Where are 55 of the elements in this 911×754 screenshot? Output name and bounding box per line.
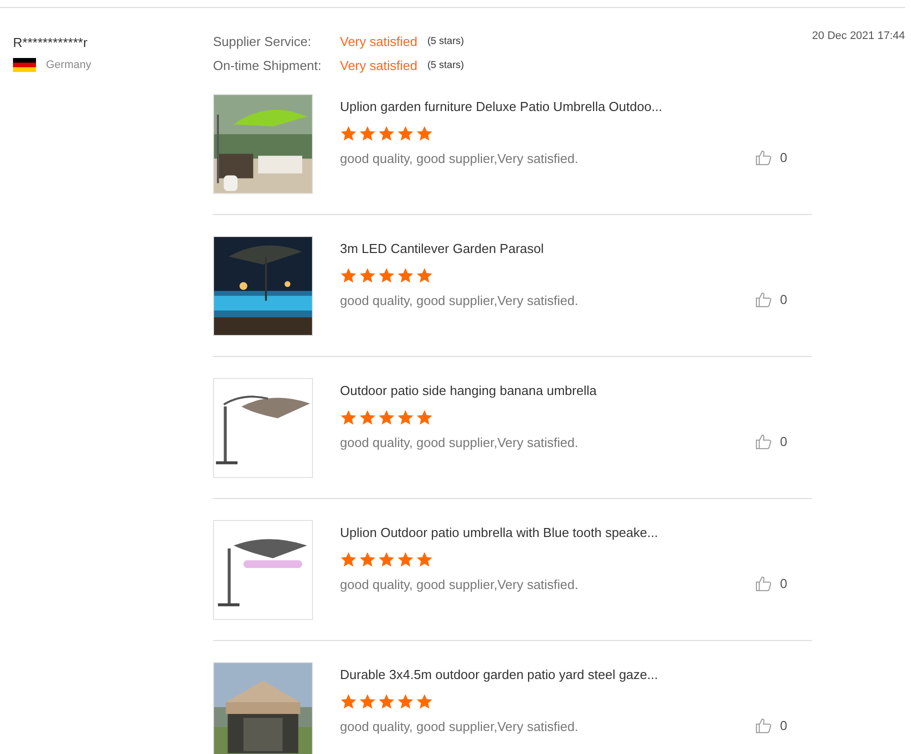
thumbs-up-icon[interactable] (755, 291, 772, 308)
review-date: 20 Dec 2021 17:44 (812, 29, 905, 44)
like-count: 0 (780, 433, 788, 451)
star-icon (359, 267, 376, 284)
star-icon (359, 693, 376, 710)
star-icon (340, 551, 357, 568)
product-title[interactable]: 3m LED Cantilever Garden Parasol (340, 239, 544, 259)
star-icon (340, 267, 357, 284)
rating-label: Supplier Service: (213, 33, 312, 51)
flag-icon (13, 58, 36, 72)
star-icon (378, 125, 395, 142)
star-icon (397, 693, 414, 710)
star-icon (416, 409, 433, 426)
rating-note: (5 stars) (427, 35, 464, 49)
star-icon (397, 551, 414, 568)
like-count: 0 (780, 717, 788, 735)
thumbs-up-icon[interactable] (755, 433, 772, 450)
star-icon (378, 693, 395, 710)
star-icon (359, 125, 376, 142)
rating-value: Very satisfied (340, 33, 418, 51)
star-icon (359, 409, 376, 426)
review-text: good quality, good supplier,Very satisfied. (340, 434, 578, 452)
reviewer-name: R************r (13, 34, 88, 52)
product-title[interactable]: Durable 3x4.5m outdoor garden patio yard steel gaze... (340, 665, 658, 685)
review-text: good quality, good supplier,Very satisfied. (340, 150, 578, 168)
star-icon (359, 551, 376, 568)
product-title[interactable]: Uplion garden furniture Deluxe Patio Umbrella Outdoo... (340, 97, 662, 117)
star-icon (416, 551, 433, 568)
star-icon (397, 409, 414, 426)
star-icon (416, 267, 433, 284)
star-icon (378, 551, 395, 568)
star-icon (416, 125, 433, 142)
review-text: good quality, good supplier,Very satisfied. (340, 292, 578, 310)
like-count: 0 (780, 575, 788, 593)
rating-label: On-time Shipment: (213, 57, 322, 75)
star-icon (340, 409, 357, 426)
thumbs-up-icon[interactable] (755, 717, 772, 734)
like-count: 0 (780, 149, 788, 167)
review-text: good quality, good supplier,Very satisfied. (340, 576, 578, 594)
thumbs-up-icon[interactable] (755, 149, 772, 166)
star-icon (340, 125, 357, 142)
star-icon (416, 693, 433, 710)
star-icon (397, 125, 414, 142)
thumbs-up-icon[interactable] (755, 575, 772, 592)
star-icon (378, 267, 395, 284)
like-count: 0 (780, 291, 788, 309)
star-icon (397, 267, 414, 284)
product-title[interactable]: Outdoor patio side hanging banana umbrella (340, 381, 597, 401)
rating-value: Very satisfied (340, 57, 418, 75)
star-icon (340, 693, 357, 710)
country-label: Germany (46, 58, 92, 73)
rating-note: (5 stars) (427, 59, 464, 73)
star-icon (378, 409, 395, 426)
review-text: good quality, good supplier,Very satisfied. (340, 718, 578, 736)
product-title[interactable]: Uplion Outdoor patio umbrella with Blue tooth speake... (340, 523, 658, 543)
